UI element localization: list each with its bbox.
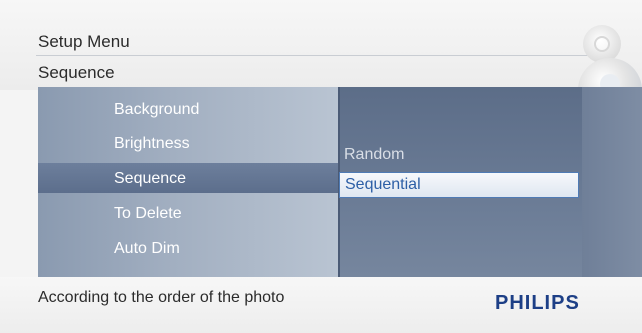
selection-highlight [38, 163, 338, 193]
option-sequential-label: Sequential [345, 176, 421, 193]
side-strip [582, 87, 642, 277]
status-text: According to the order of the photo [38, 289, 285, 306]
option-sequential[interactable]: Sequential [339, 172, 579, 198]
page-title: Setup Menu [38, 32, 130, 51]
title-divider [36, 55, 596, 56]
menu-item-background[interactable]: Background [114, 101, 199, 119]
page-subtitle: Sequence [38, 63, 115, 82]
philips-logo: PHILIPS [495, 292, 580, 314]
menu-item-brightness[interactable]: Brightness [114, 135, 190, 153]
menu-item-to-delete[interactable]: To Delete [114, 205, 182, 223]
menu-item-auto-dim[interactable]: Auto Dim [114, 240, 180, 258]
menu-item-sequence[interactable]: Sequence [114, 170, 186, 188]
settings-dial-icon[interactable] [583, 25, 621, 63]
option-random[interactable]: Random [344, 146, 404, 164]
